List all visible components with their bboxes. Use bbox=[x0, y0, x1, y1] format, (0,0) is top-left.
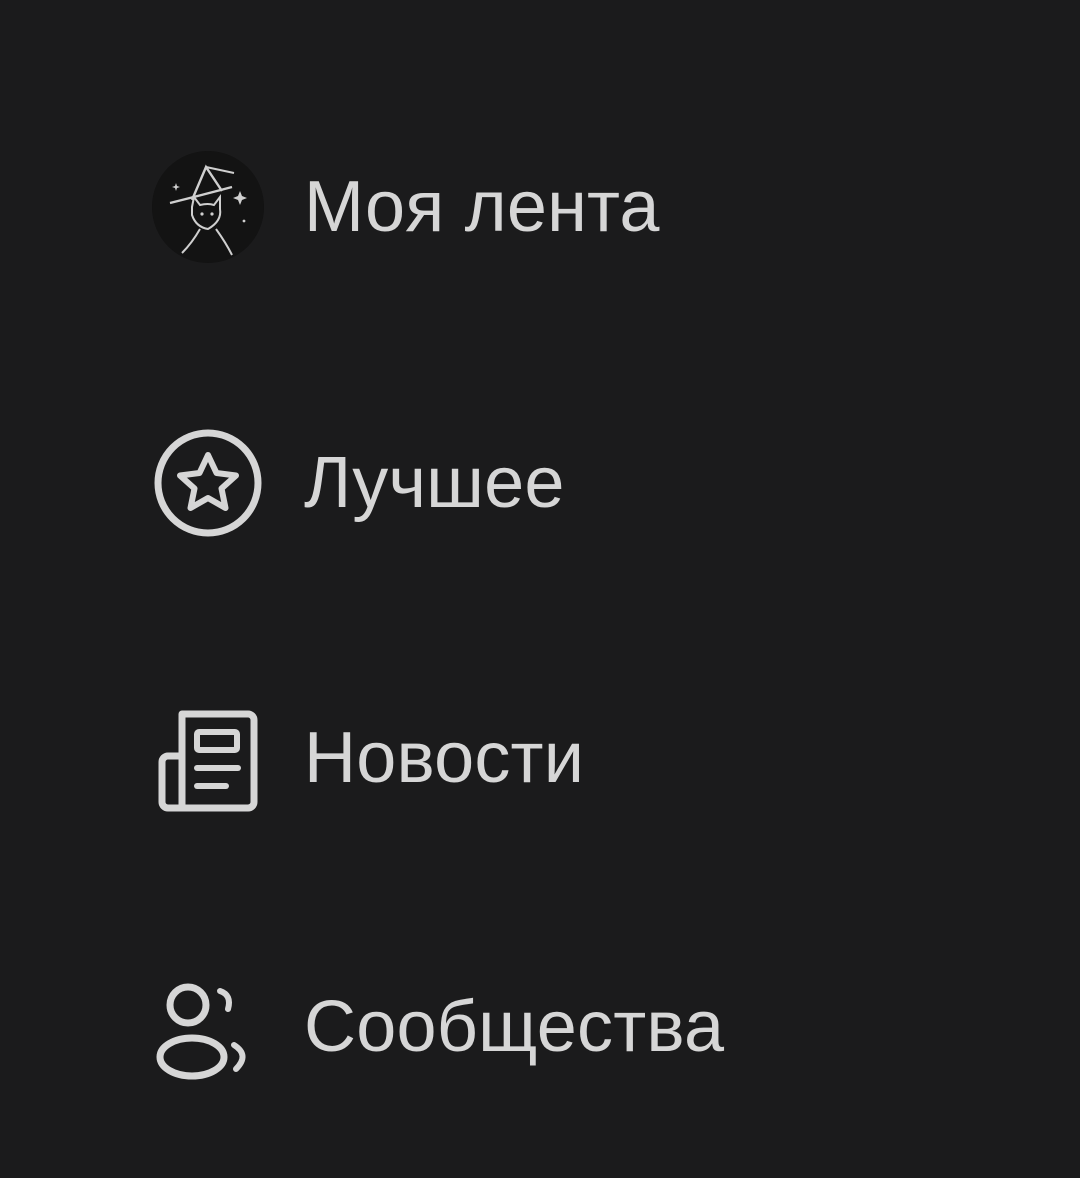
menu-item-label: Моя лента bbox=[304, 167, 660, 247]
newspaper-icon bbox=[150, 700, 266, 816]
star-circle-icon bbox=[150, 425, 266, 541]
menu-item-label: Сообщества bbox=[304, 987, 725, 1067]
menu-item-label: Новости bbox=[304, 718, 585, 798]
menu-item-my-feed[interactable]: Моя лента bbox=[150, 142, 660, 272]
menu-item-label: Лучшее bbox=[304, 443, 565, 523]
menu-item-best[interactable]: Лучшее bbox=[150, 418, 565, 548]
witch-cat-avatar-icon bbox=[152, 151, 264, 263]
menu-item-communities[interactable]: Сообщества bbox=[150, 962, 724, 1092]
menu-item-news[interactable]: Новости bbox=[150, 693, 584, 823]
users-icon bbox=[150, 969, 266, 1085]
side-menu: Моя лента Лучшее Новости Сообщества bbox=[0, 0, 1080, 1178]
avatar bbox=[150, 149, 266, 265]
